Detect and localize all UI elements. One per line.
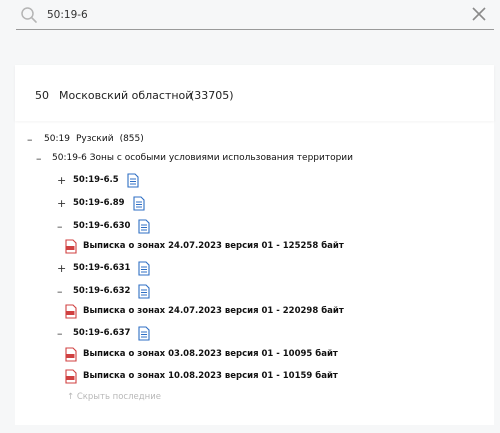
- region-code: 50: [35, 89, 49, 102]
- document-label: Выписка о зонах 24.07.2023 версия 01 - 1…: [83, 241, 344, 251]
- zone-document-link[interactable]: Выписка о зонах 24.07.2023 версия 01 - 1…: [65, 237, 344, 255]
- tree-item-row[interactable]: + 50:19-6.5: [57, 171, 139, 189]
- tree-item-row[interactable]: – 50:19-6.632: [57, 282, 151, 300]
- collapse-toggle[interactable]: –: [57, 285, 67, 298]
- close-icon[interactable]: [470, 5, 488, 23]
- search-underline: [16, 29, 494, 30]
- zone-document-link[interactable]: Выписка о зонах 10.08.2023 версия 01 - 1…: [65, 367, 338, 385]
- document-label: Выписка о зонах 10.08.2023 версия 01 - 1…: [83, 371, 338, 381]
- zone-document-link[interactable]: Выписка о зонах 24.07.2023 версия 01 - 2…: [65, 302, 344, 320]
- zone-code: 50:19-6.631: [73, 263, 131, 273]
- zone-code: 50:19-6.630: [73, 221, 131, 231]
- hide-recent-link[interactable]: ↑ Скрыть последние: [67, 392, 161, 402]
- region-header: 50 Московский областной (33705): [15, 65, 494, 121]
- search-bar: 50:19-6: [0, 0, 500, 38]
- document-icon[interactable]: [138, 218, 151, 234]
- tree-item-row[interactable]: + 50:19-6.631: [57, 259, 151, 277]
- results-card: 50 Московский областной (33705) – 50:19 …: [15, 65, 494, 425]
- pdf-file-icon: [65, 368, 77, 384]
- document-label: Выписка о зонах 03.08.2023 версия 01 - 1…: [83, 349, 338, 359]
- search-input[interactable]: 50:19-6: [47, 9, 88, 21]
- tree-item-row[interactable]: – 50:19-6.630: [57, 217, 151, 235]
- zone-label: 50:19-6 Зоны с особыми условиями использ…: [52, 153, 354, 163]
- collapse-toggle[interactable]: –: [57, 327, 67, 340]
- collapse-toggle[interactable]: –: [27, 133, 37, 146]
- expand-toggle[interactable]: +: [57, 262, 67, 275]
- document-label: Выписка о зонах 24.07.2023 версия 01 - 2…: [83, 306, 344, 316]
- zone-code: 50:19-6.632: [73, 286, 131, 296]
- expand-toggle[interactable]: +: [57, 174, 67, 187]
- expand-toggle[interactable]: +: [57, 197, 67, 210]
- region-count: (33705): [190, 89, 234, 102]
- collapse-toggle[interactable]: –: [36, 152, 46, 165]
- pdf-file-icon: [65, 238, 77, 254]
- zone-document-link[interactable]: Выписка о зонах 03.08.2023 версия 01 - 1…: [65, 345, 338, 363]
- district-count: (855): [119, 134, 144, 144]
- tree-item-row[interactable]: + 50:19-6.89: [57, 194, 145, 212]
- search-icon: [21, 7, 37, 23]
- tree-district-row[interactable]: – 50:19 Рузский (855): [27, 130, 144, 148]
- pdf-file-icon: [65, 346, 77, 362]
- collapse-toggle[interactable]: –: [57, 220, 67, 233]
- document-icon[interactable]: [138, 325, 151, 341]
- zone-code: 50:19-6.637: [73, 328, 131, 338]
- pdf-file-icon: [65, 303, 77, 319]
- zone-code: 50:19-6.89: [73, 198, 125, 208]
- document-icon[interactable]: [133, 195, 145, 211]
- document-icon[interactable]: [127, 172, 139, 188]
- tree-item-row[interactable]: – 50:19-6.637: [57, 324, 151, 342]
- tree-zone-row[interactable]: – 50:19-6 Зоны с особыми условиями испол…: [36, 149, 353, 167]
- zone-code: 50:19-6.5: [73, 175, 119, 185]
- region-name: Московский областной: [59, 89, 193, 102]
- district-name: Рузский: [75, 134, 114, 144]
- document-icon[interactable]: [138, 283, 151, 299]
- district-code: 50:19: [44, 134, 70, 144]
- document-icon[interactable]: [138, 260, 151, 276]
